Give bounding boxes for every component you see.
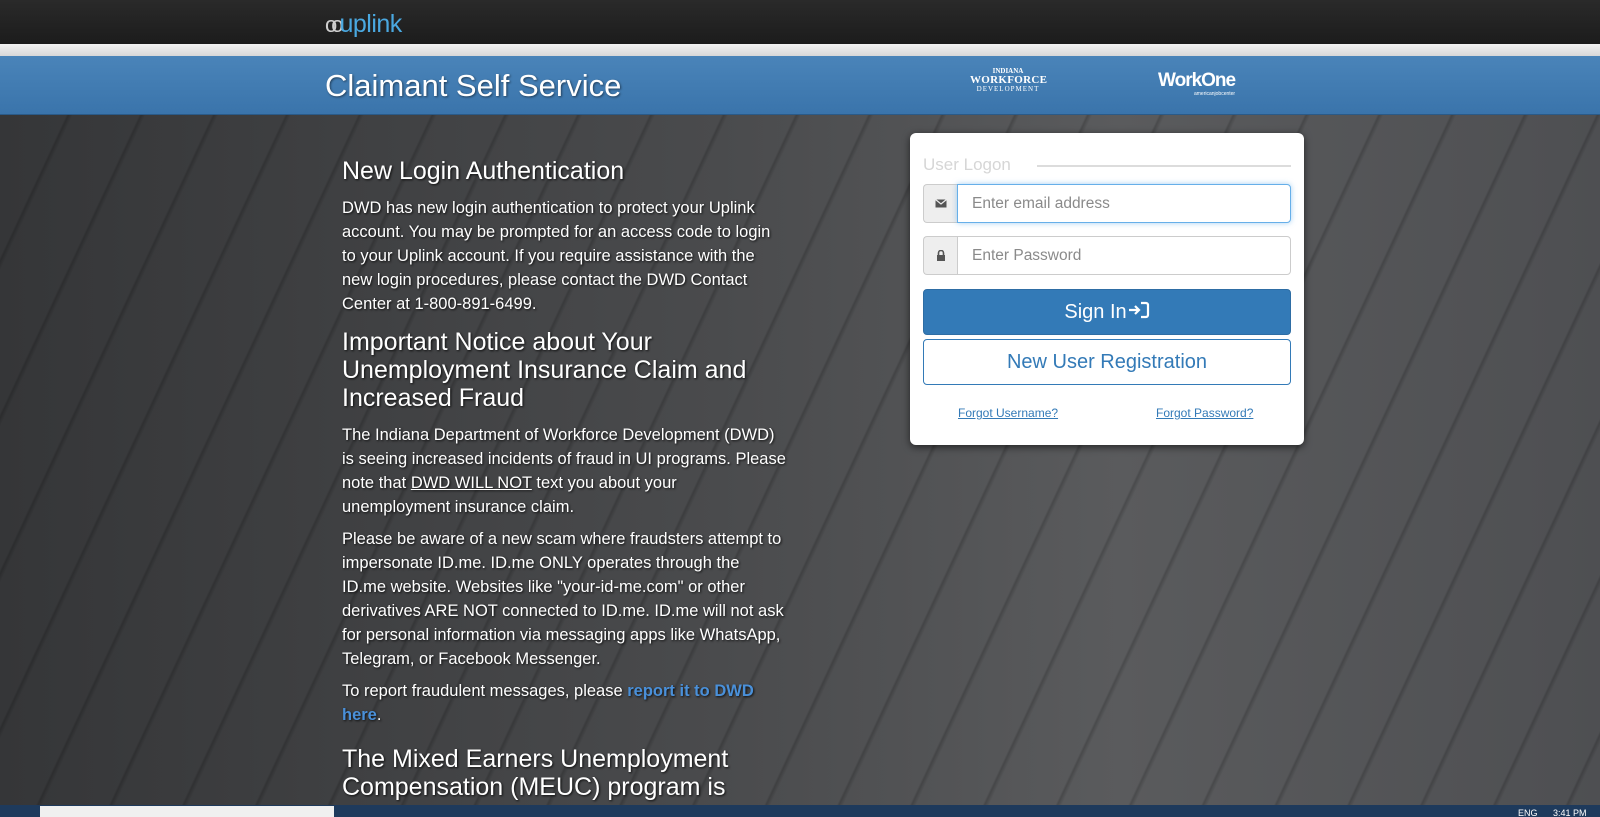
- legend-divider: [1037, 165, 1291, 167]
- section-title-fraud-notice: Important Notice about Your Unemployment…: [342, 328, 747, 412]
- header-separator: [0, 44, 1600, 56]
- fraud-notice-paragraph-1: The Indiana Department of Workforce Deve…: [342, 423, 787, 519]
- uplink-logo[interactable]: oo uplink: [325, 10, 402, 39]
- login-authentication-text: DWD has new login authentication to prot…: [342, 199, 771, 313]
- new-user-registration-button[interactable]: New User Registration: [923, 339, 1291, 385]
- page-title: Claimant Self Service: [325, 68, 622, 103]
- fraud-notice-paragraph-3: To report fraudulent messages, please re…: [342, 679, 787, 727]
- lock-icon: [923, 236, 957, 275]
- fraud-notice-paragraph-2: Please be aware of a new scam where frau…: [342, 530, 784, 668]
- password-field[interactable]: [957, 236, 1291, 275]
- uplink-logo-text: uplink: [339, 10, 402, 38]
- uplink-rings-icon: oo: [325, 11, 344, 37]
- password-input-group: [923, 236, 1291, 275]
- taskbar-language[interactable]: ENG: [1518, 808, 1538, 817]
- sign-in-label: Sign In: [1064, 300, 1127, 323]
- indiana-workforce-development-logo: INDIANA WORKFORCE DEVELOPMENT: [970, 68, 1047, 93]
- title-banner: Claimant Self Service INDIANA WORKFORCE …: [0, 56, 1600, 115]
- sign-in-button[interactable]: Sign In: [923, 289, 1291, 335]
- taskbar-search-box[interactable]: [40, 806, 334, 817]
- user-logon-legend: User Logon: [923, 155, 1011, 174]
- background-area: [0, 115, 1600, 805]
- iwd-logo-line3: DEVELOPMENT: [976, 85, 1040, 93]
- taskbar-clock[interactable]: 3:41 PM: [1553, 808, 1587, 817]
- workone-logo-sub: americanjobcenter: [1193, 91, 1236, 97]
- log-in-icon: [1128, 301, 1150, 324]
- fraud-p3-start: To report fraudulent messages, please: [342, 682, 628, 700]
- notice-content: New Login Authentication DWD has new log…: [342, 155, 787, 812]
- section-title-login-authentication: New Login Authentication: [342, 157, 625, 185]
- forgot-password-link[interactable]: Forgot Password?: [1156, 406, 1253, 420]
- fraud-p3-end: .: [376, 706, 382, 724]
- top-navbar: oo uplink: [0, 0, 1600, 44]
- workone-logo: WorkOne americanjobcenter: [1158, 70, 1236, 97]
- envelope-icon: [923, 184, 957, 223]
- workone-logo-name: WorkOne: [1158, 70, 1236, 91]
- email-field[interactable]: [957, 184, 1291, 223]
- forgot-username-link[interactable]: Forgot Username?: [958, 406, 1058, 420]
- email-input-group: [923, 184, 1291, 223]
- section-title-meuc: The Mixed Earners Unemployment Compensat…: [342, 745, 729, 801]
- login-panel: User Logon Sign In New User Registration…: [910, 133, 1304, 445]
- dwd-will-not-text: DWD WILL NOT: [410, 474, 532, 492]
